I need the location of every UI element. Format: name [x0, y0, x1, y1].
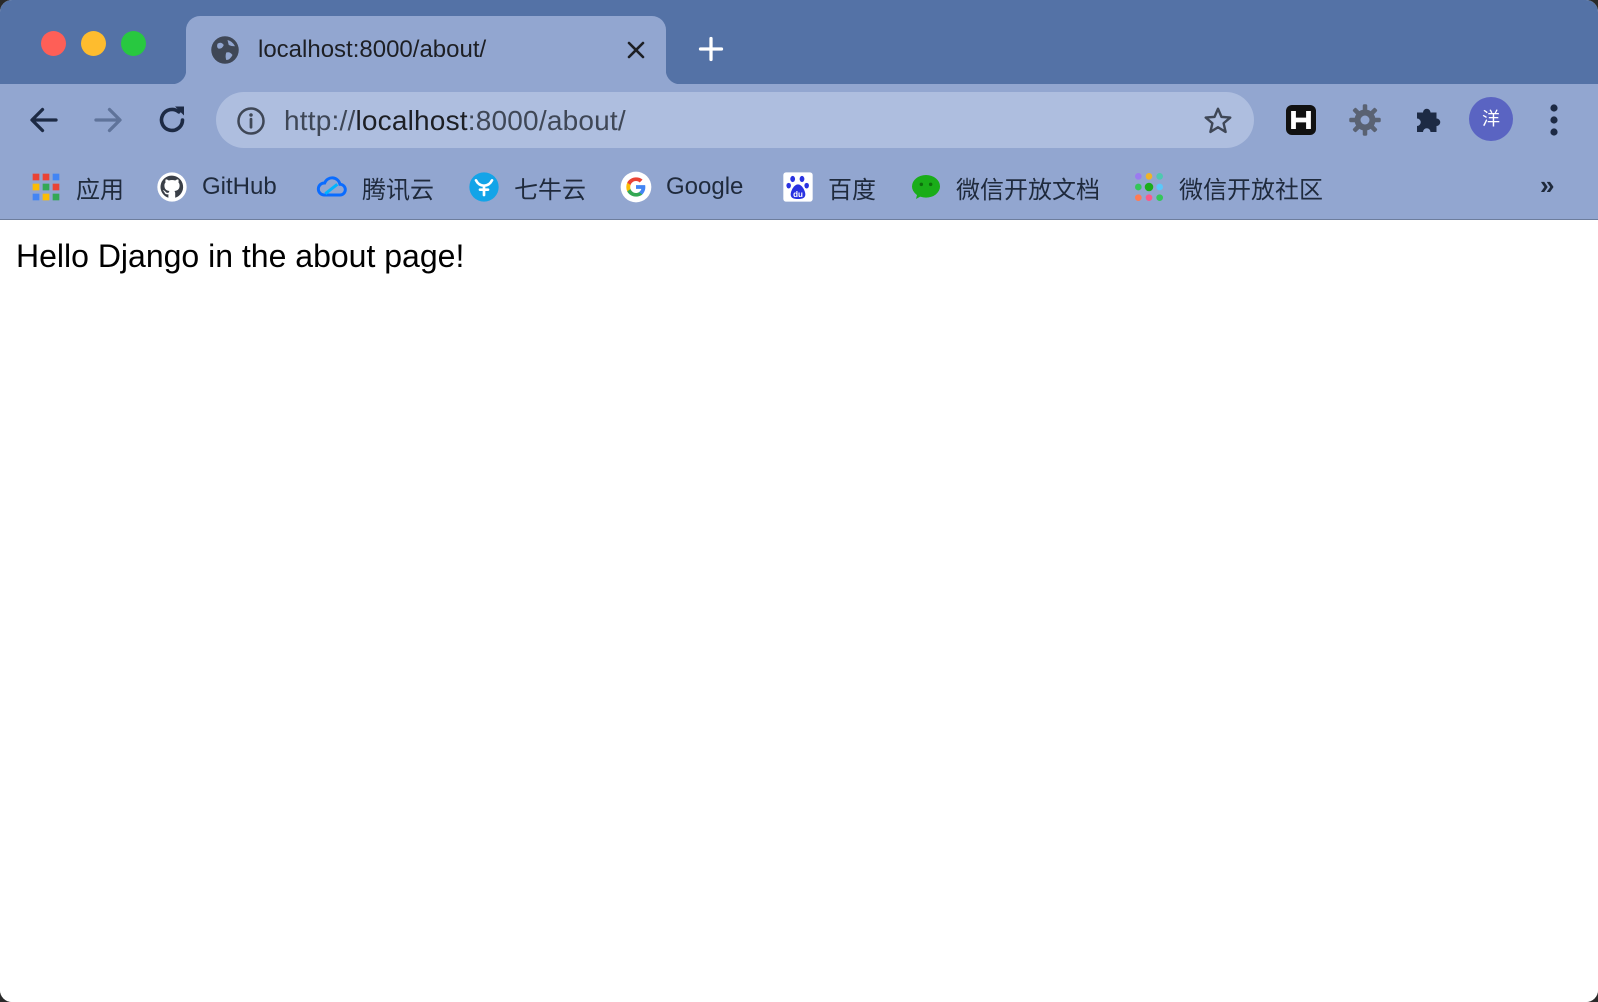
- zoom-window-button[interactable]: [121, 31, 146, 56]
- minimize-window-button[interactable]: [81, 31, 106, 56]
- wechat-icon: [912, 175, 940, 199]
- bookmark-label: GitHub: [202, 173, 277, 200]
- url-text[interactable]: http://localhost:8000/about/: [284, 105, 626, 137]
- google-icon: [620, 171, 652, 203]
- more-menu-icon[interactable]: [1540, 102, 1568, 138]
- bookmark-qiniu[interactable]: 七牛云: [468, 169, 586, 205]
- browser-window: localhost:8000/about/ http://localhost:8…: [0, 0, 1598, 1002]
- bookmark-baidu[interactable]: du 百度: [782, 169, 876, 205]
- new-tab-icon[interactable]: [697, 35, 725, 63]
- apps-grid-icon: [32, 173, 60, 201]
- tab-active[interactable]: localhost:8000/about/: [172, 16, 680, 84]
- svg-text:du: du: [793, 190, 803, 199]
- qiniu-icon: [469, 172, 499, 202]
- github-icon: [157, 172, 187, 202]
- baidu-icon: du: [783, 172, 813, 202]
- gear-extension-icon[interactable]: [1347, 102, 1383, 138]
- bookmark-apps[interactable]: 应用: [30, 169, 124, 205]
- toolbar: http://localhost:8000/about/ 洋: [0, 84, 1598, 156]
- forward-arrow-icon[interactable]: [90, 102, 126, 138]
- url-rest: :8000/about/: [467, 105, 626, 136]
- profile-avatar[interactable]: 洋: [1469, 97, 1513, 141]
- page-content: Hello Django in the about page!: [0, 220, 1598, 1002]
- tencent-cloud-icon: [316, 176, 347, 197]
- back-arrow-icon[interactable]: [26, 102, 62, 138]
- puzzle-icon[interactable]: [1411, 102, 1447, 138]
- bookmark-label: 微信开放文档: [956, 176, 1100, 204]
- close-tab-icon[interactable]: [624, 38, 648, 62]
- bookmark-github[interactable]: GitHub: [156, 169, 277, 205]
- address-bar[interactable]: http://localhost:8000/about/: [216, 92, 1254, 148]
- url-prefix: http://: [284, 105, 356, 136]
- bookmarks-overflow-button[interactable]: »: [1540, 170, 1554, 201]
- tab-strip: localhost:8000/about/: [0, 0, 1598, 84]
- globe-icon: [211, 36, 239, 64]
- bookmark-label: 百度: [828, 176, 876, 204]
- site-info-icon[interactable]: [236, 106, 266, 136]
- wechat-community-icon: [1135, 173, 1163, 201]
- url-host: localhost: [355, 105, 468, 136]
- bookmark-label: 七牛云: [514, 176, 586, 204]
- bookmark-star-icon[interactable]: [1202, 105, 1234, 137]
- bookmark-wechat-community[interactable]: 微信开放社区: [1133, 169, 1323, 205]
- close-window-button[interactable]: [41, 31, 66, 56]
- bookmark-label: 微信开放社区: [1179, 176, 1323, 204]
- tab-title: localhost:8000/about/: [258, 36, 487, 63]
- page-text: Hello Django in the about page!: [16, 238, 465, 274]
- bookmarks-bar: 应用 GitHub 腾讯云 七牛云 Google du 百度 微信开放文档 微信…: [0, 156, 1598, 220]
- bookmark-google[interactable]: Google: [620, 169, 743, 205]
- bookmark-wechat-docs[interactable]: 微信开放文档: [910, 169, 1100, 205]
- h-extension-icon[interactable]: [1283, 102, 1319, 138]
- bookmark-label: 腾讯云: [362, 176, 434, 204]
- bookmark-tencent-cloud[interactable]: 腾讯云: [316, 169, 434, 205]
- bookmark-label: Google: [666, 173, 744, 200]
- bookmark-label: 应用: [76, 176, 124, 204]
- reload-icon[interactable]: [154, 102, 190, 138]
